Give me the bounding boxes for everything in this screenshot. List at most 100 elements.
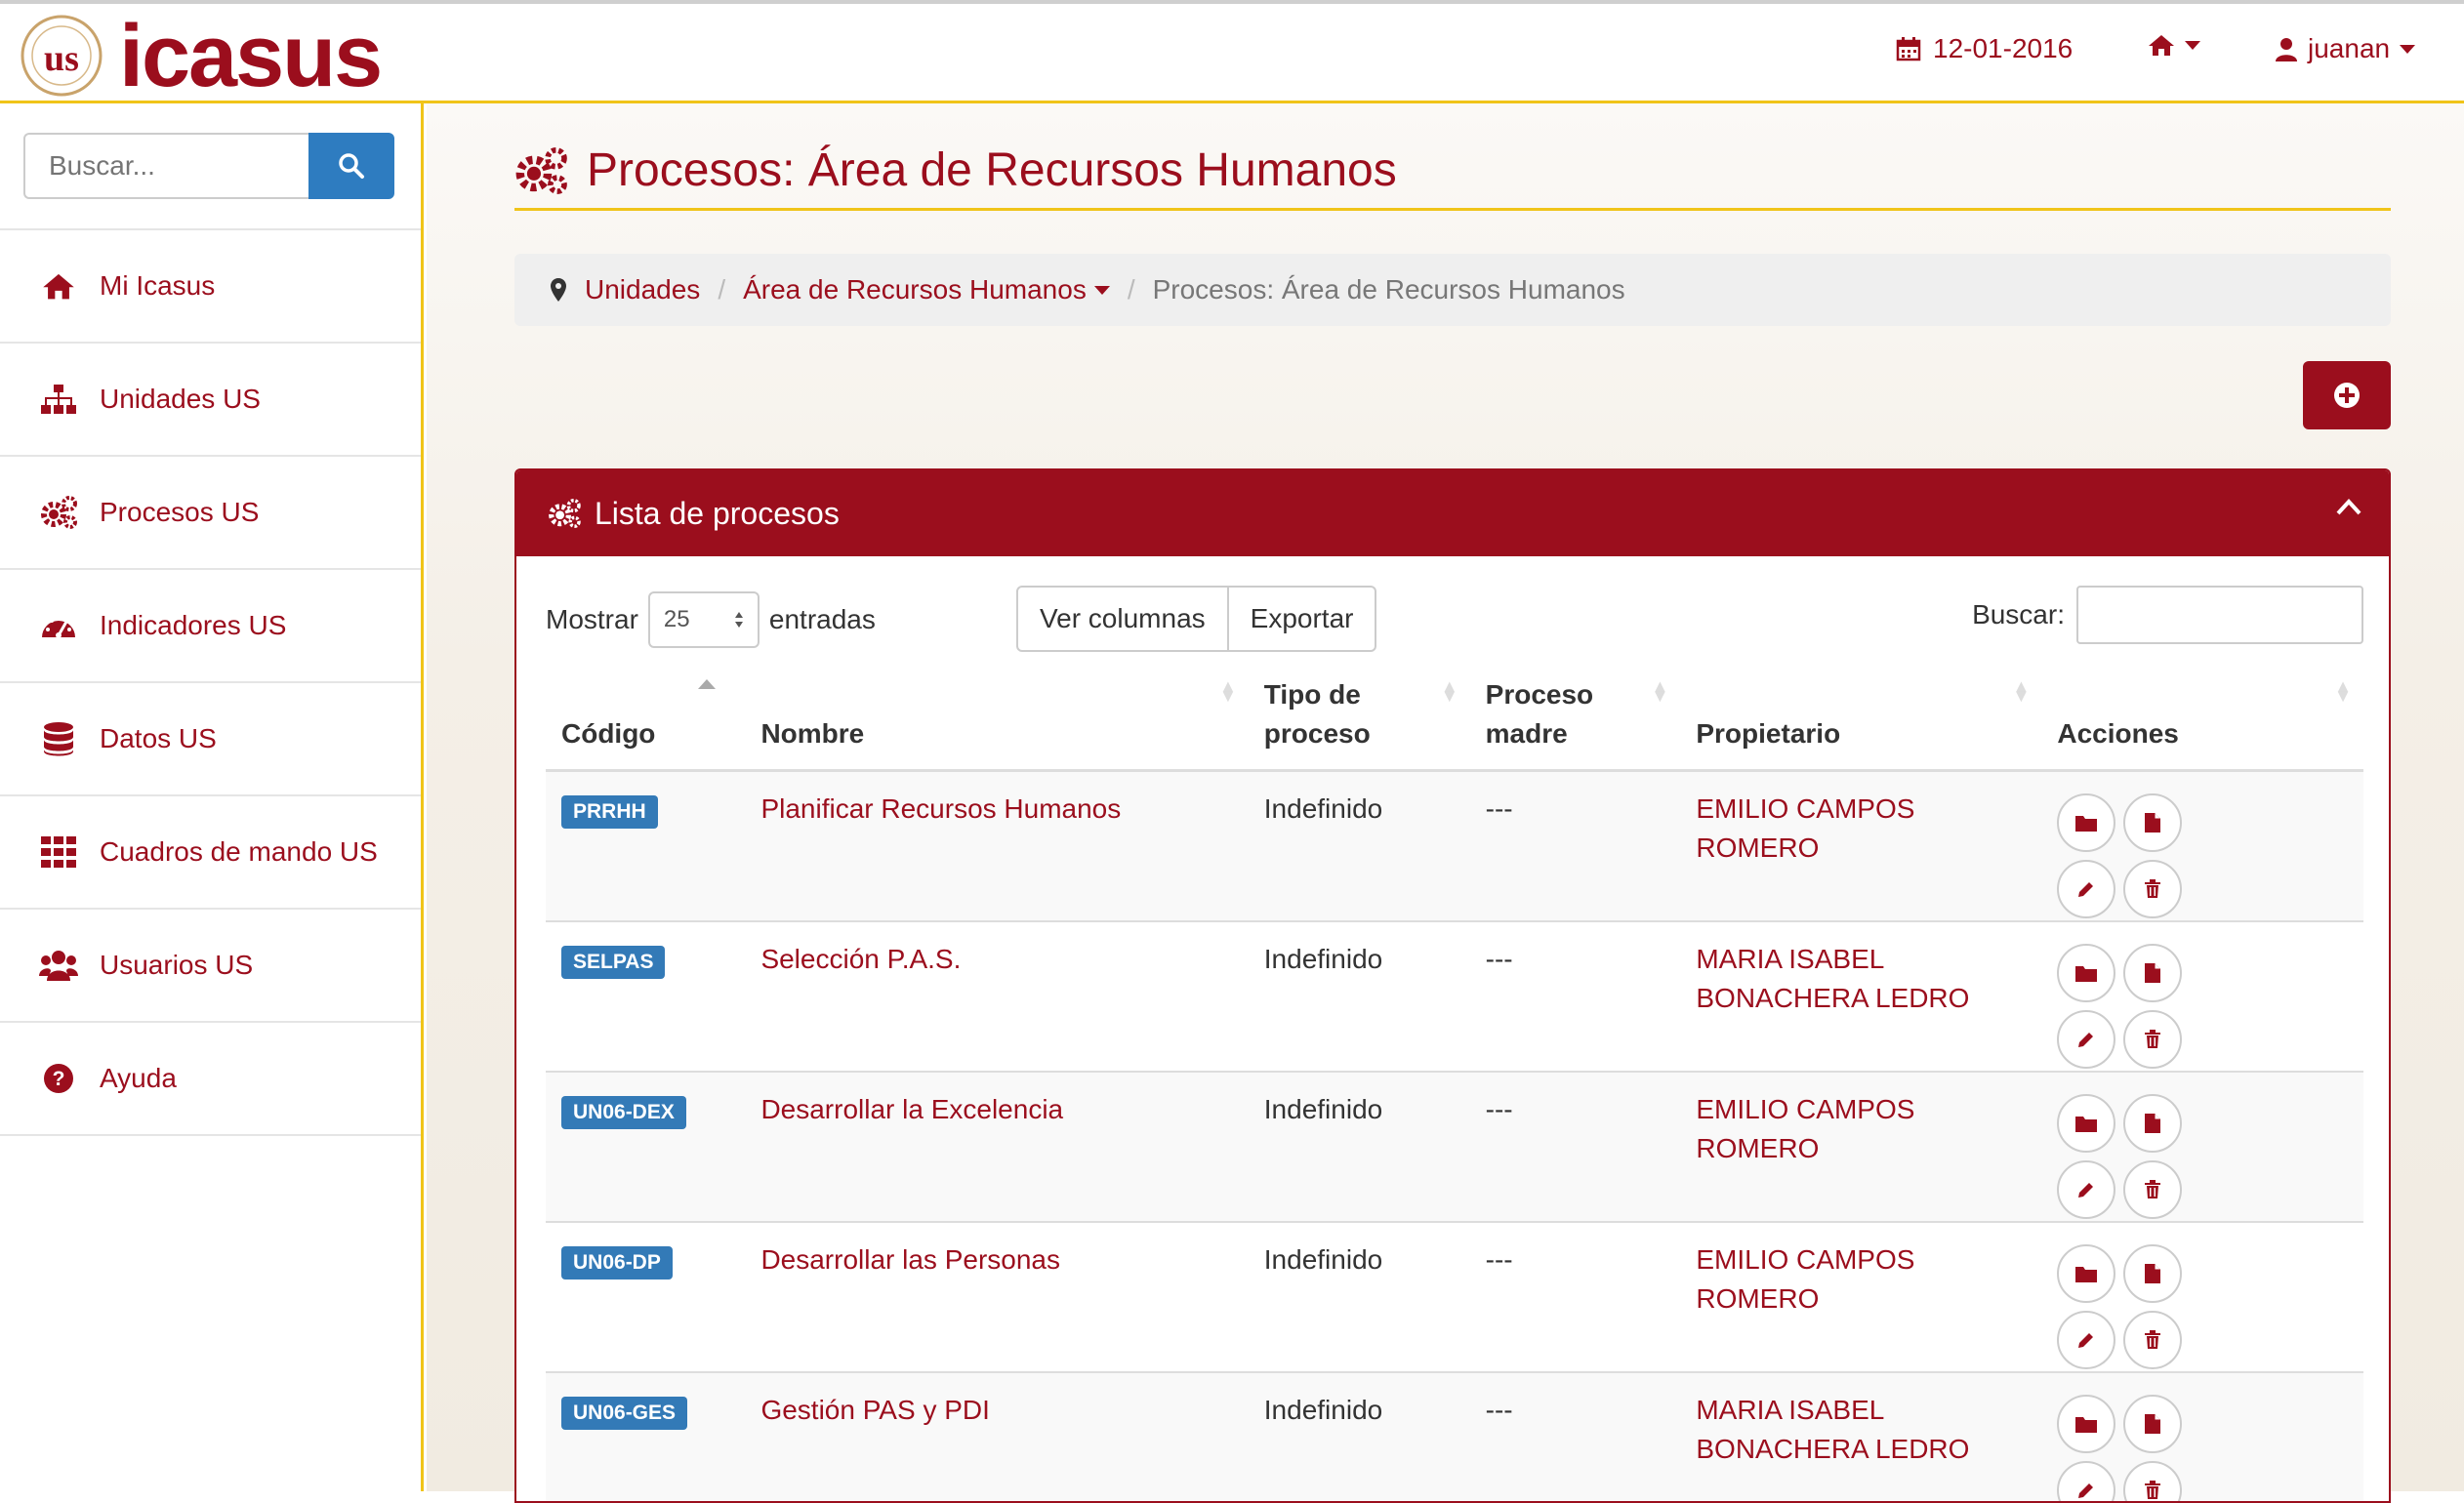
page-size-select[interactable]: 25 <box>648 591 760 648</box>
cell-madre: --- <box>1470 771 1681 921</box>
chevron-up-icon[interactable] <box>2336 498 2361 515</box>
delete-button[interactable] <box>2123 1010 2182 1069</box>
gears-icon <box>548 499 581 528</box>
breadcrumb-unidades[interactable]: Unidades <box>585 274 700 305</box>
view-file-button[interactable] <box>2123 1094 2182 1153</box>
view-file-button[interactable] <box>2123 793 2182 852</box>
database-icon <box>39 719 78 758</box>
pencil-icon <box>2076 879 2096 899</box>
table-row: PRRHH Planificar Recursos Humanos Indefi… <box>546 771 2363 921</box>
show-label: Mostrar <box>546 604 638 635</box>
column-header-codigo[interactable]: Código <box>546 675 745 771</box>
owner-link[interactable]: EMILIO CAMPOS ROMERO <box>1696 1244 1914 1314</box>
view-file-button[interactable] <box>2123 944 2182 1002</box>
chevron-down-icon <box>2400 45 2415 54</box>
table-search-label: Buscar: <box>1972 599 2065 630</box>
sidebar-item-label: Ayuda <box>100 1063 177 1094</box>
column-header-tipo[interactable]: ▲▼Tipo de proceso <box>1249 675 1470 771</box>
cell-nombre: Desarrollar las Personas <box>745 1222 1248 1372</box>
owner-link[interactable]: MARIA ISABEL BONACHERA LEDRO <box>1696 1395 1969 1464</box>
open-folder-button[interactable] <box>2057 944 2115 1002</box>
sidebar-item-indicadores[interactable]: Indicadores US <box>0 570 421 683</box>
search-icon <box>338 152 365 180</box>
edit-button[interactable] <box>2057 1160 2115 1219</box>
user-dropdown[interactable]: juanan <box>2275 33 2415 64</box>
edit-button[interactable] <box>2057 860 2115 918</box>
edit-button[interactable] <box>2057 1311 2115 1369</box>
trash-icon <box>2144 1481 2161 1500</box>
column-header-nombre[interactable]: ▲▼Nombre <box>745 675 1248 771</box>
pencil-icon <box>2076 1030 2096 1049</box>
cell-tipo: Indefinido <box>1249 1222 1470 1372</box>
sidebar-search-input[interactable] <box>23 133 308 199</box>
column-header-acciones[interactable]: ▲▼Acciones <box>2041 675 2363 771</box>
pencil-icon <box>2076 1330 2096 1350</box>
home-dropdown[interactable] <box>2148 33 2200 57</box>
sidebar-item-cuadros[interactable]: Cuadros de mando US <box>0 796 421 910</box>
breadcrumb-area-label: Área de Recursos Humanos <box>743 274 1087 305</box>
trash-icon <box>2144 879 2161 899</box>
breadcrumb-area[interactable]: Área de Recursos Humanos <box>743 274 1110 305</box>
sidebar-item-label: Unidades US <box>100 384 261 415</box>
sidebar-item-unidades[interactable]: Unidades US <box>0 344 421 457</box>
sidebar-item-ayuda[interactable]: ? Ayuda <box>0 1023 421 1136</box>
sidebar-item-usuarios[interactable]: Usuarios US <box>0 910 421 1023</box>
trash-icon <box>2144 1180 2161 1199</box>
sidebar-item-procesos[interactable]: Procesos US <box>0 457 421 570</box>
file-icon <box>2144 1413 2161 1435</box>
chevron-down-icon <box>2185 41 2200 50</box>
process-name-link[interactable]: Planificar Recursos Humanos <box>760 793 1121 824</box>
open-folder-button[interactable] <box>2057 793 2115 852</box>
open-folder-button[interactable] <box>2057 1244 2115 1303</box>
sidebar-item-mi-icasus[interactable]: Mi Icasus <box>0 230 421 344</box>
brand-name[interactable]: icasus <box>119 8 381 105</box>
trash-icon <box>2144 1330 2161 1350</box>
cell-codigo: SELPAS <box>546 921 745 1072</box>
delete-button[interactable] <box>2123 1311 2182 1369</box>
open-folder-button[interactable] <box>2057 1094 2115 1153</box>
owner-link[interactable]: MARIA ISABEL BONACHERA LEDRO <box>1696 944 1969 1013</box>
edit-button[interactable] <box>2057 1010 2115 1069</box>
open-folder-button[interactable] <box>2057 1395 2115 1453</box>
add-process-button[interactable] <box>2303 361 2391 429</box>
table-search-input[interactable] <box>2076 586 2363 644</box>
column-header-propietario[interactable]: ▲▼Propietario <box>1680 675 2041 771</box>
owner-link[interactable]: EMILIO CAMPOS ROMERO <box>1696 1094 1914 1163</box>
page-header: Procesos: Área de Recursos Humanos <box>514 133 2391 211</box>
export-button[interactable]: Exportar <box>1229 586 1377 652</box>
process-name-link[interactable]: Gestión PAS y PDI <box>760 1395 989 1425</box>
cell-tipo: Indefinido <box>1249 1072 1470 1222</box>
sidebar-search-button[interactable] <box>308 133 394 199</box>
process-name-link[interactable]: Desarrollar la Excelencia <box>760 1094 1063 1124</box>
sidebar-item-datos[interactable]: Datos US <box>0 683 421 796</box>
view-file-button[interactable] <box>2123 1244 2182 1303</box>
delete-button[interactable] <box>2123 1160 2182 1219</box>
sort-icon: ▲▼ <box>2013 681 2031 701</box>
cell-acciones <box>2041 1372 2363 1503</box>
owner-link[interactable]: EMILIO CAMPOS ROMERO <box>1696 793 1914 863</box>
cell-codigo: PRRHH <box>546 771 745 921</box>
view-file-button[interactable] <box>2123 1395 2182 1453</box>
table-row: UN06-GES Gestión PAS y PDI Indefinido --… <box>546 1372 2363 1503</box>
svg-text:us: us <box>44 38 79 79</box>
sidebar: Mi Icasus Unidades US Procesos US Indica… <box>0 103 424 1491</box>
cell-acciones <box>2041 1222 2363 1372</box>
home-icon <box>39 266 78 305</box>
table-row: UN06-DEX Desarrollar la Excelencia Indef… <box>546 1072 2363 1222</box>
cell-acciones <box>2041 921 2363 1072</box>
cell-tipo: Indefinido <box>1249 921 1470 1072</box>
table-row: SELPAS Selección P.A.S. Indefinido --- M… <box>546 921 2363 1072</box>
navbar: us icasus 12-01-2016 juanan <box>0 4 2464 103</box>
delete-button[interactable] <box>2123 860 2182 918</box>
page-size-value: 25 <box>664 606 690 633</box>
column-header-madre[interactable]: ▲▼Proceso madre <box>1470 675 1681 771</box>
edit-button[interactable] <box>2057 1461 2115 1503</box>
university-seal-logo: us <box>20 14 103 98</box>
delete-button[interactable] <box>2123 1461 2182 1503</box>
file-icon <box>2144 962 2161 984</box>
process-name-link[interactable]: Desarrollar las Personas <box>760 1244 1060 1275</box>
process-name-link[interactable]: Selección P.A.S. <box>760 944 961 974</box>
plus-circle-icon <box>2333 382 2361 409</box>
sidebar-item-label: Mi Icasus <box>100 270 215 302</box>
columns-button[interactable]: Ver columnas <box>1016 586 1229 652</box>
